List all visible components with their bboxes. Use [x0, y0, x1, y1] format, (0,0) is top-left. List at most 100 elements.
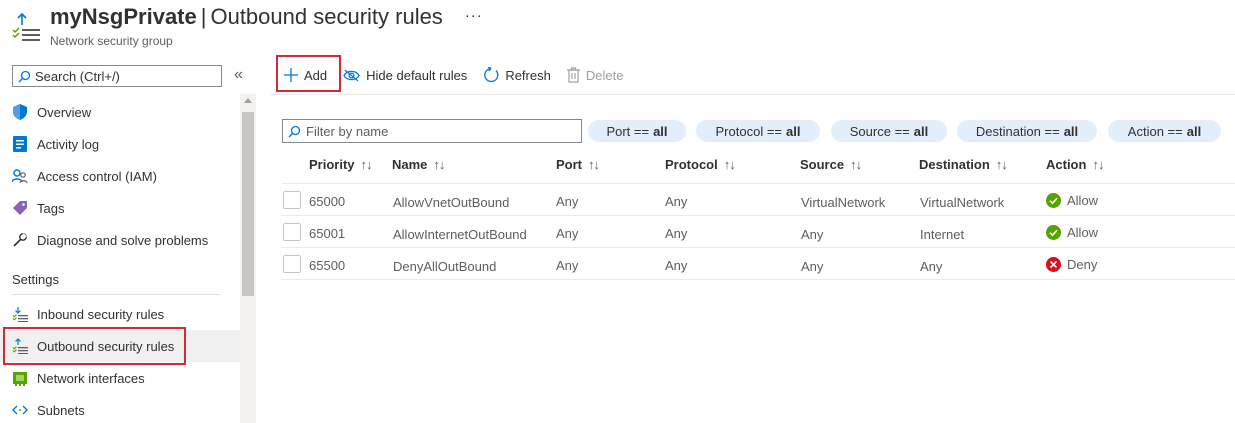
- sidebar-item-diagnose[interactable]: Diagnose and solve problems: [0, 224, 240, 256]
- collapse-sidebar-button[interactable]: «: [234, 66, 243, 84]
- filter-by-name-input[interactable]: [306, 123, 566, 139]
- search-icon: [18, 70, 31, 82]
- sidebar-item-subnets[interactable]: Subnets: [0, 394, 240, 423]
- sidebar-nav: Overview Activity log Access control (IA…: [0, 96, 240, 423]
- filter-pill-key: Destination ==: [975, 123, 1060, 139]
- cell-name[interactable]: AllowInternetOutBound: [393, 227, 527, 242]
- column-header-destination[interactable]: Destination ↑↓: [919, 157, 1008, 172]
- sidebar-search-input[interactable]: [35, 68, 215, 84]
- column-header-label: Source: [800, 157, 845, 172]
- resource-name: myNsgPrivate: [50, 4, 197, 29]
- cell-port: Any: [556, 226, 579, 241]
- filter-pill-value: all: [786, 123, 801, 139]
- section-settings-heading: Settings: [12, 271, 59, 287]
- sidebar-item-inbound-rules[interactable]: Inbound security rules: [0, 298, 240, 330]
- network-interface-icon: [12, 370, 28, 386]
- filter-pill-value: all: [1063, 123, 1079, 139]
- row-checkbox[interactable]: [283, 223, 301, 241]
- sidebar-item-label: Access control (IAM): [37, 168, 157, 184]
- column-header-source[interactable]: Source ↑↓: [800, 157, 862, 172]
- sidebar-item-activity-log[interactable]: Activity log: [0, 128, 240, 160]
- cell-destination: Internet: [920, 227, 965, 242]
- filter-pill-key: Protocol ==: [715, 123, 783, 139]
- sidebar-item-label: Tags: [37, 200, 65, 216]
- wrench-icon: [12, 232, 28, 248]
- more-options-button[interactable]: ···: [465, 7, 483, 24]
- cell-destination: VirtualNetwork: [920, 195, 1005, 210]
- cell-protocol: Any: [665, 258, 688, 273]
- sort-icon: ↑↓: [850, 157, 862, 172]
- filter-pill-key: Action ==: [1127, 123, 1183, 139]
- table-divider: [282, 279, 1235, 280]
- column-header-port[interactable]: Port ↑↓: [556, 157, 600, 172]
- filter-pill-port[interactable]: Port == all: [588, 120, 686, 142]
- scroll-up-arrow-icon[interactable]: [244, 98, 252, 103]
- hide-default-rules-button[interactable]: Hide default rules: [335, 59, 475, 91]
- allow-check-icon: [1046, 193, 1061, 208]
- cell-protocol: Any: [665, 194, 688, 209]
- column-header-action[interactable]: Action ↑↓: [1046, 157, 1104, 172]
- column-header-label: Destination: [919, 157, 990, 172]
- sidebar-item-label: Network interfaces: [37, 370, 145, 386]
- cell-priority: 65500: [309, 258, 346, 273]
- sidebar-item-label: Subnets: [37, 402, 85, 418]
- activity-log-icon: [12, 136, 28, 152]
- filter-pill-key: Source ==: [849, 123, 910, 139]
- sort-icon: ↑↓: [995, 157, 1008, 172]
- cell-name[interactable]: DenyAllOutBound: [393, 259, 496, 274]
- tag-icon: [12, 200, 28, 216]
- highlight-add-button: [276, 55, 341, 92]
- column-header-protocol[interactable]: Protocol ↑↓: [665, 157, 736, 172]
- filter-pill-key: Port ==: [606, 123, 650, 139]
- cell-priority: 65000: [309, 194, 346, 209]
- cell-action: Allow: [1046, 225, 1098, 240]
- filter-pill-destination[interactable]: Destination == all: [957, 120, 1097, 142]
- filter-by-name[interactable]: [282, 119, 582, 143]
- column-header-label: Name: [392, 157, 428, 172]
- cell-action: Allow: [1046, 193, 1098, 208]
- column-header-name[interactable]: Name ↑↓: [392, 157, 445, 172]
- sidebar-item-tags[interactable]: Tags: [0, 192, 240, 224]
- column-header-label: Protocol: [665, 157, 718, 172]
- row-checkbox[interactable]: [283, 255, 301, 273]
- sidebar-item-access-control[interactable]: Access control (IAM): [0, 160, 240, 192]
- sidebar-item-network-interfaces[interactable]: Network interfaces: [0, 362, 240, 394]
- search-icon: [288, 125, 301, 137]
- filter-pill-action[interactable]: Action == all: [1108, 120, 1221, 142]
- sort-icon: ↑↓: [723, 157, 736, 172]
- cell-action: Deny: [1046, 257, 1097, 272]
- filter-pill-value: all: [913, 123, 929, 139]
- sort-icon: ↑↓: [360, 157, 373, 172]
- delete-button[interactable]: Delete: [559, 59, 632, 91]
- cell-name[interactable]: AllowVnetOutBound: [393, 195, 509, 210]
- sidebar-item-label: Inbound security rules: [37, 306, 165, 322]
- hide-default-rules-label: Hide default rules: [366, 67, 468, 83]
- cell-priority: 65001: [309, 226, 346, 241]
- eye-hide-icon: [343, 69, 360, 82]
- sort-icon: ↑↓: [1092, 157, 1104, 172]
- cell-source: VirtualNetwork: [801, 195, 886, 210]
- filter-pill-value: all: [653, 123, 668, 139]
- sidebar-search[interactable]: [12, 65, 222, 87]
- sidebar-item-overview[interactable]: Overview: [0, 96, 240, 128]
- action-label: Allow: [1067, 225, 1099, 240]
- refresh-icon: [483, 67, 499, 83]
- action-label: Deny: [1067, 257, 1098, 272]
- deny-x-icon: [1046, 257, 1061, 272]
- cell-source: Any: [801, 227, 824, 242]
- sidebar-scroll-thumb[interactable]: [242, 112, 254, 296]
- command-bar-divider: [270, 94, 1235, 95]
- column-header-priority[interactable]: Priority ↑↓: [309, 157, 373, 172]
- outbound-rules-icon: [10, 10, 42, 42]
- row-checkbox[interactable]: [283, 191, 301, 209]
- table-divider: [282, 215, 1235, 216]
- refresh-button[interactable]: Refresh: [475, 59, 559, 91]
- sidebar-item-label: Overview: [37, 104, 92, 120]
- column-header-label: Action: [1046, 157, 1087, 172]
- filter-pill-source[interactable]: Source == all: [831, 120, 947, 142]
- resource-type: Network security group: [50, 34, 173, 48]
- sidebar-item-label: Diagnose and solve problems: [37, 232, 209, 248]
- filter-pill-protocol[interactable]: Protocol == all: [696, 120, 820, 142]
- highlight-outbound-rules: [3, 327, 186, 365]
- subnet-icon: [12, 402, 28, 418]
